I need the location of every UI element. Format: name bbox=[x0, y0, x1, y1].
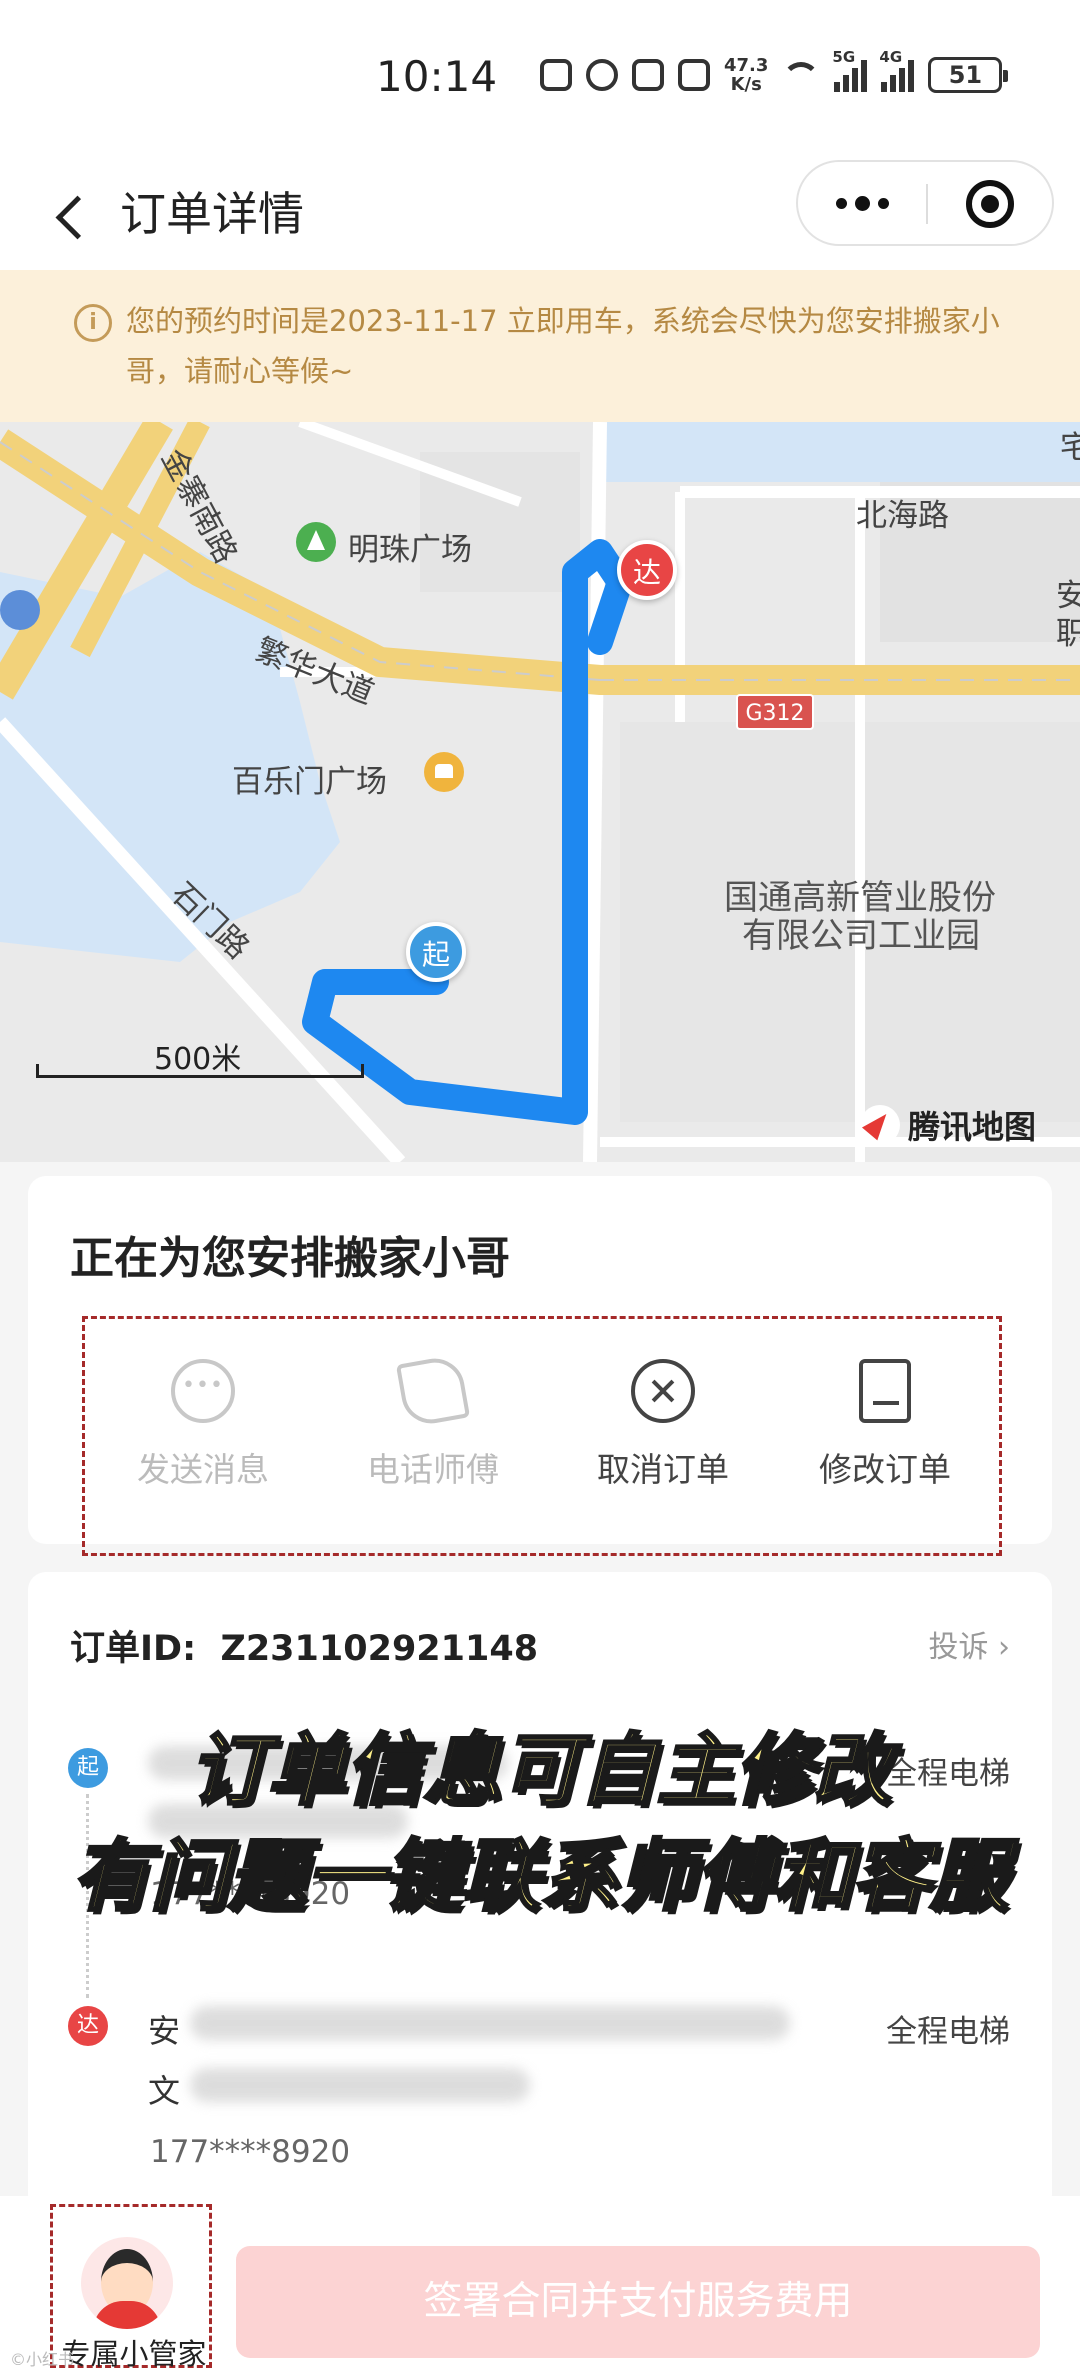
end-address-tag: 达 bbox=[68, 2006, 108, 2046]
status-bar: 10:14 47.3 K/s 5G 4G 51 bbox=[0, 0, 1080, 160]
end-elevator: 全程电梯 bbox=[886, 2014, 1010, 2050]
map-label: 宅 bbox=[1060, 430, 1080, 466]
net-speed: 47.3 K/s bbox=[724, 55, 769, 95]
reservation-notice: i 您的预约时间是2023-11-17 立即用车，系统会尽快为您安排搬家小哥，请… bbox=[0, 270, 1080, 422]
avatar bbox=[81, 2237, 173, 2329]
caption-line-2: 有问题一键联系师傅和客服 bbox=[70, 1831, 1009, 1924]
wifi-icon bbox=[782, 62, 821, 88]
title-bar: 订单详情 bbox=[0, 160, 1080, 270]
signal-5g-icon: 5G bbox=[832, 48, 868, 92]
map-label: 北海路 bbox=[856, 498, 949, 534]
sign-and-pay-button[interactable]: 签署合同并支付服务费用 bbox=[236, 2246, 1040, 2358]
actions-row: 发送消息 电话师傅 取消订单 修改订单 bbox=[82, 1316, 1002, 1556]
notice-text: 您的预约时间是2023-11-17 立即用车，系统会尽快为您安排搬家小哥，请耐心… bbox=[126, 304, 1000, 388]
complain-link[interactable]: 投诉 › bbox=[928, 1622, 1010, 1666]
signal-4g-icon: 4G bbox=[879, 48, 915, 92]
watermark: ©小红书 bbox=[10, 2350, 75, 2369]
end-address-prefix-2: 文 bbox=[148, 2072, 181, 2110]
personal-butler-button[interactable]: 专属小管家 bbox=[50, 2204, 212, 2371]
poi-icon bbox=[0, 590, 40, 630]
call-driver-button[interactable]: 电话师傅 bbox=[323, 1353, 543, 1491]
map-label: 百乐门广场 bbox=[232, 764, 387, 800]
vibrate-icon bbox=[678, 59, 710, 91]
edit-icon bbox=[859, 1359, 911, 1423]
status-icons: 47.3 K/s 5G 4G 51 bbox=[540, 48, 1009, 95]
bottom-bar: 专属小管家 签署合同并支付服务费用 ©小红书 bbox=[0, 2196, 1080, 2376]
highway-shield: G312 bbox=[736, 694, 814, 730]
capsule-divider bbox=[926, 184, 928, 224]
end-address-blurred bbox=[190, 2068, 530, 2102]
park-icon bbox=[296, 522, 336, 562]
status-time: 10:14 bbox=[376, 52, 498, 101]
mall-icon bbox=[424, 752, 464, 792]
cancel-icon bbox=[631, 1359, 695, 1423]
map-label: 明珠广场 bbox=[348, 532, 472, 568]
nfc-icon bbox=[540, 59, 572, 91]
bluetooth-icon bbox=[632, 59, 664, 91]
battery-icon: 51 bbox=[928, 57, 1009, 93]
info-icon: i bbox=[74, 304, 112, 342]
back-icon[interactable] bbox=[48, 182, 108, 246]
map-brand: 腾讯地图 bbox=[860, 1102, 1036, 1148]
order-id: 订单ID: Z231102921148 bbox=[70, 1629, 539, 1669]
end-address-prefix: 安 bbox=[148, 2012, 181, 2050]
route-map[interactable]: 金寨南路 北海路 明珠广场 繁华大道 百乐门广场 石门路 国通高新管业股份 有限… bbox=[0, 422, 1080, 1162]
mini-program-capsule bbox=[796, 160, 1054, 246]
alarm-icon bbox=[586, 59, 618, 91]
send-message-button[interactable]: 发送消息 bbox=[93, 1359, 313, 1491]
message-icon bbox=[171, 1359, 235, 1423]
butler-label: 专属小管家 bbox=[61, 2337, 207, 2371]
map-scale-bar bbox=[36, 1064, 364, 1078]
caption-line-1: 订单信息可自主修改 bbox=[187, 1725, 892, 1818]
phone-icon bbox=[395, 1353, 471, 1429]
status-card: 正在为您安排搬家小哥 发送消息 电话师傅 取消订单 修改订单 bbox=[28, 1176, 1052, 1556]
close-icon[interactable] bbox=[966, 180, 1014, 228]
edit-order-button[interactable]: 修改订单 bbox=[775, 1359, 995, 1491]
map-label: 有限公司工业园 bbox=[742, 916, 980, 956]
end-address-blurred bbox=[190, 2006, 790, 2040]
end-marker[interactable]: 达 bbox=[617, 540, 677, 600]
map-brand-label: 腾讯地图 bbox=[908, 1108, 1037, 1146]
compass-icon bbox=[860, 1105, 900, 1145]
end-phone: 177****8920 bbox=[150, 2134, 351, 2170]
start-marker[interactable]: 起 bbox=[406, 922, 466, 982]
more-icon[interactable] bbox=[798, 162, 926, 244]
map-label: 职 bbox=[1056, 616, 1080, 652]
status-title: 正在为您安排搬家小哥 bbox=[70, 1233, 510, 1284]
page-title: 订单详情 bbox=[120, 187, 304, 241]
cancel-order-button[interactable]: 取消订单 bbox=[553, 1359, 773, 1491]
